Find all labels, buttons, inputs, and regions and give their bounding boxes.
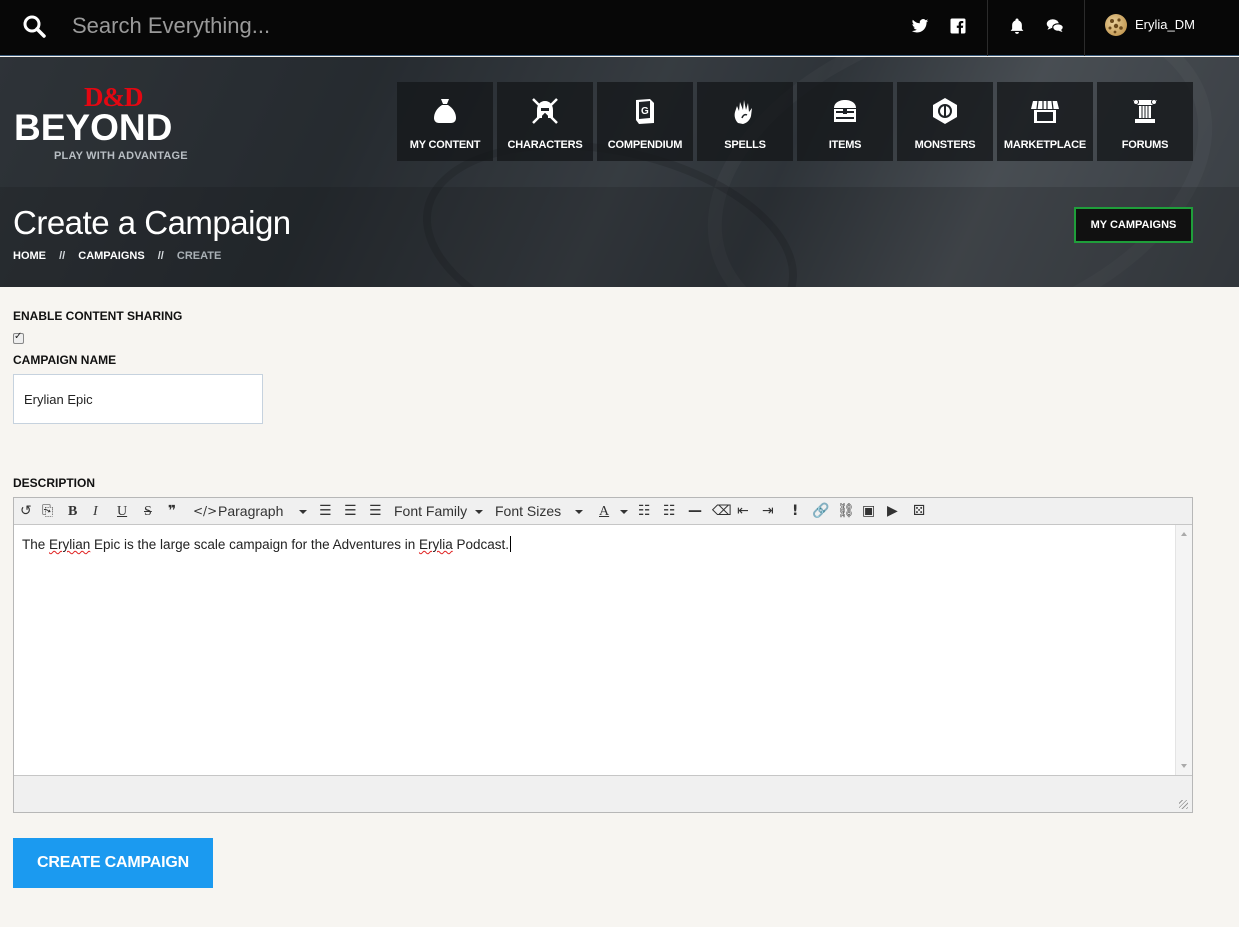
breadcrumb-home[interactable]: HOME [13, 250, 46, 262]
nav-characters[interactable]: CHARACTERS [497, 82, 593, 161]
paste-icon[interactable]: ⎘ [42, 502, 53, 521]
nav-label: COMPENDIUM [607, 139, 683, 151]
nav-label: MONSTERS [914, 139, 976, 151]
username[interactable]: Erylia_DM [1135, 17, 1195, 32]
video-icon[interactable]: ▶ [887, 502, 898, 521]
chevron-down-icon[interactable] [575, 510, 583, 514]
search-input[interactable]: Search Everything... [72, 13, 270, 39]
nav-label: SPELLS [724, 139, 766, 151]
bag-icon [434, 99, 456, 123]
nav-label: ITEMS [828, 139, 862, 151]
italic-icon[interactable]: I [93, 502, 98, 521]
scroll-down-icon[interactable] [1181, 764, 1187, 768]
chevron-down-icon[interactable] [475, 510, 483, 514]
underline-icon[interactable]: U [117, 502, 127, 521]
horizontal-rule-icon[interactable]: — [688, 502, 702, 521]
strikethrough-icon[interactable]: S [144, 502, 152, 521]
chevron-down-icon[interactable] [620, 510, 628, 514]
font-family-dropdown[interactable]: Font Family [394, 502, 467, 521]
chest-icon [834, 100, 856, 122]
book-icon: G [636, 99, 654, 124]
resize-handle-icon[interactable] [1179, 800, 1188, 809]
nav-forums[interactable]: FORUMS [1097, 82, 1193, 161]
breadcrumb-campaigns[interactable]: CAMPAIGNS [78, 250, 144, 262]
blockquote-icon[interactable]: ❞ [168, 502, 176, 521]
twitter-icon[interactable] [911, 17, 929, 35]
nav-monsters[interactable]: MONSTERS [897, 82, 993, 161]
topbar-divider [1084, 0, 1085, 56]
nav-spells[interactable]: SPELLS [697, 82, 793, 161]
facebook-icon[interactable] [949, 17, 967, 35]
nav-marketplace[interactable]: MARKETPLACE [997, 82, 1093, 161]
link-icon[interactable]: 🔗 [812, 502, 829, 521]
description-segment-misspelled: Erylian [49, 537, 91, 552]
search-icon[interactable] [22, 14, 46, 38]
pillar-icon [1133, 99, 1157, 123]
page-title: Create a Campaign [13, 204, 291, 241]
editor-toolbar: ↺ ⎘ B I U S ❞ </> Paragraph ☰ ☰ ☰ Font F… [14, 498, 1192, 525]
indent-icon[interactable]: ⇥ [762, 502, 774, 521]
breadcrumb: HOME // CAMPAIGNS // CREATE [13, 250, 231, 262]
align-right-icon[interactable]: ☰ [369, 502, 382, 521]
breadcrumb-current: CREATE [176, 250, 222, 262]
hand-flame-icon [734, 100, 752, 124]
svg-text:G: G [641, 106, 649, 117]
alert-icon[interactable]: ! [792, 502, 798, 521]
description-segment: Podcast. [452, 537, 510, 552]
eraser-icon[interactable]: ⌫ [712, 502, 732, 521]
numbered-list-icon[interactable]: ☷ [663, 502, 676, 521]
code-icon[interactable]: </> [193, 502, 217, 521]
text-cursor [510, 536, 512, 552]
paragraph-dropdown[interactable]: Paragraph [218, 502, 283, 521]
bold-icon[interactable]: B [68, 502, 77, 521]
content-sharing-checkbox[interactable] [13, 331, 24, 344]
content-sharing-label: ENABLE CONTENT SHARING [13, 309, 183, 323]
description-segment-misspelled: Erylia [418, 537, 453, 552]
dice-icon[interactable]: ⚄ [913, 502, 925, 521]
chevron-down-icon[interactable] [299, 510, 307, 514]
image-icon[interactable]: ▣ [862, 502, 875, 521]
nav-label: MY CONTENT [409, 139, 481, 151]
undo-icon[interactable]: ↺ [20, 502, 32, 521]
nav-my-content[interactable]: MY CONTENT [397, 82, 493, 161]
description-label: DESCRIPTION [13, 476, 96, 490]
breadcrumb-separator: // [157, 250, 164, 262]
unlink-icon[interactable]: ⛓ [837, 502, 855, 521]
campaign-name-input[interactable]: Erylian Epic [13, 374, 263, 424]
nav-items[interactable]: ITEMS [797, 82, 893, 161]
shop-icon [1031, 100, 1059, 123]
avatar[interactable] [1105, 14, 1127, 36]
description-segment: Epic is the large scale campaign for the… [90, 537, 419, 552]
campaign-name-label: CAMPAIGN NAME [13, 353, 117, 367]
description-text[interactable]: The Erylian Epic is the large scale camp… [22, 536, 512, 552]
description-editor: ↺ ⎘ B I U S ❞ </> Paragraph ☰ ☰ ☰ Font F… [13, 497, 1193, 813]
editor-scrollbar[interactable] [1175, 525, 1192, 775]
editor-statusbar [14, 775, 1192, 812]
align-left-icon[interactable]: ☰ [319, 502, 332, 521]
nav-label: FORUMS [1121, 139, 1169, 151]
font-sizes-dropdown[interactable]: Font Sizes [495, 502, 561, 521]
my-campaigns-button[interactable]: MY CAMPAIGNS [1074, 207, 1193, 243]
helmet-icon [532, 98, 558, 124]
create-campaign-button[interactable]: CREATE CAMPAIGN [13, 838, 213, 888]
align-center-icon[interactable]: ☰ [344, 502, 357, 521]
nav-label: CHARACTERS [507, 139, 583, 151]
logo-tagline: PLAY WITH ADVANTAGE [54, 150, 188, 162]
topbar-divider [987, 0, 988, 56]
nav-compendium[interactable]: G COMPENDIUM [597, 82, 693, 161]
monster-icon [933, 98, 957, 124]
text-color-icon[interactable]: A [599, 502, 609, 521]
breadcrumb-separator: // [59, 250, 66, 262]
bell-icon[interactable] [1008, 17, 1026, 35]
bullet-list-icon[interactable]: ☷ [638, 502, 651, 521]
scroll-up-icon[interactable] [1181, 532, 1187, 536]
beyond-wordmark[interactable]: BEYOND [14, 107, 172, 149]
nav-label: MARKETPLACE [1003, 139, 1087, 151]
description-segment: The [22, 537, 50, 552]
chat-icon[interactable] [1045, 17, 1065, 35]
outdent-icon[interactable]: ⇤ [737, 502, 749, 521]
top-bar: Search Everything... Erylia_DM [0, 0, 1239, 56]
